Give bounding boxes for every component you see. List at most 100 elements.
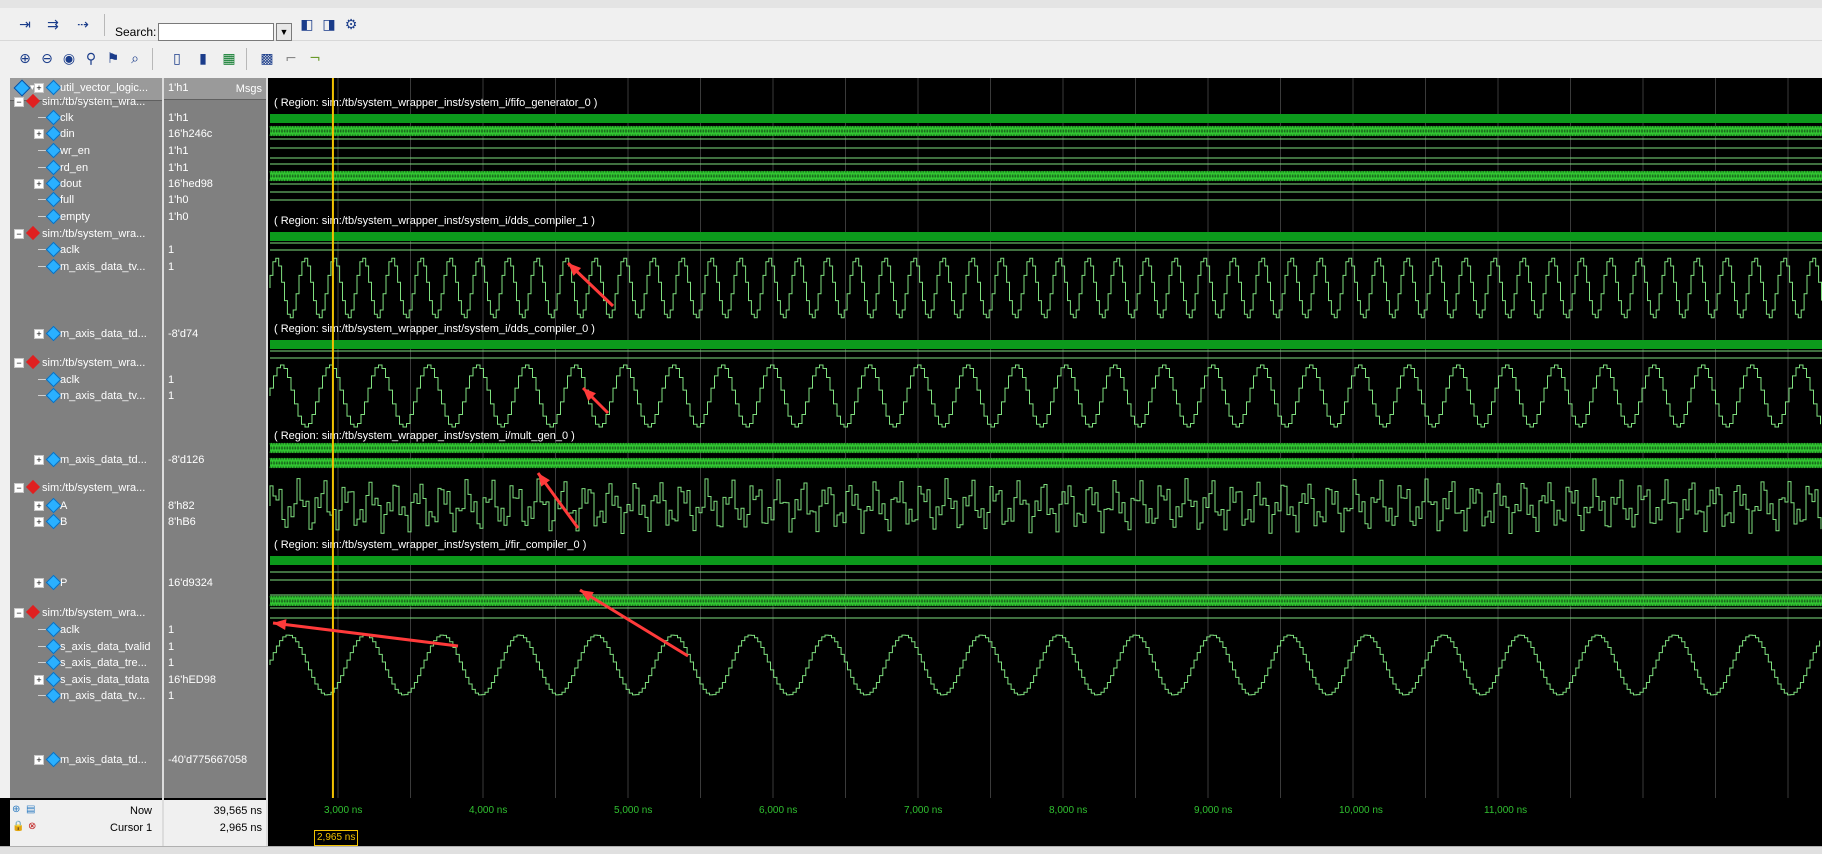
- signal-group-row[interactable]: − sim:/tb/system_wra...: [10, 225, 162, 242]
- signal-row[interactable]: wr_en: [10, 142, 162, 159]
- expand-icon[interactable]: +: [34, 129, 44, 139]
- cursor-label[interactable]: Cursor 1: [110, 822, 152, 834]
- signal-row[interactable]: + P: [10, 574, 162, 591]
- signal-value: 16'hed98: [168, 178, 213, 190]
- cursor-time-marker[interactable]: 2,965 ns: [314, 830, 359, 846]
- pane-gutter: [0, 78, 10, 798]
- expand-icon[interactable]: +: [34, 675, 44, 685]
- collapse-icon[interactable]: −: [14, 229, 24, 239]
- signal-value-row: [164, 605, 266, 621]
- signal-name: s_axis_data_tdata: [60, 674, 150, 686]
- zoom-marker-icon[interactable]: ⚑: [102, 48, 124, 70]
- region-bar: [270, 114, 1822, 123]
- signal-icon: [45, 325, 62, 342]
- collapse-icon[interactable]: −: [14, 608, 24, 618]
- wave-fill-icon[interactable]: ▦: [218, 48, 240, 70]
- expand-icon[interactable]: +: [34, 517, 44, 527]
- signal-value: 1: [168, 690, 175, 702]
- signal-row[interactable]: clk: [10, 109, 162, 126]
- signal-row[interactable]: + B: [10, 513, 162, 530]
- signal-row[interactable]: + m_axis_data_td...: [10, 451, 162, 468]
- wave-collapse-icon[interactable]: ▮: [192, 48, 214, 70]
- signal-name: empty: [60, 211, 90, 223]
- signal-names-pane[interactable]: ▾ + util_vector_logic... − sim:/tb/system_w…: [10, 78, 162, 798]
- signal-row[interactable]: + m_axis_data_td...: [10, 325, 162, 342]
- search-dropdown-icon[interactable]: ▼: [276, 23, 292, 41]
- signal-row[interactable]: m_axis_data_tv...: [10, 258, 162, 275]
- signal-row[interactable]: m_axis_data_tv...: [10, 387, 162, 404]
- signal-name: aclk: [60, 244, 80, 256]
- signal-icon: [45, 513, 62, 530]
- collapse-icon[interactable]: −: [14, 358, 24, 368]
- step-into-icon[interactable]: ⇥: [14, 14, 36, 36]
- time-tick-label: 8,000 ns: [1049, 805, 1088, 816]
- expand-icon[interactable]: +: [34, 329, 44, 339]
- signal-row[interactable]: rd_en: [10, 159, 162, 176]
- signal-value-row: 1: [164, 242, 266, 258]
- wave-edge-left-icon[interactable]: ⌐: [280, 48, 302, 70]
- signal-value-row: 1'h0: [164, 192, 266, 208]
- signal-icon: [45, 371, 62, 388]
- instance-group-icon: [25, 354, 41, 370]
- signal-value: 1'h0: [168, 211, 189, 223]
- cursor-list-icon[interactable]: ▤: [26, 804, 35, 815]
- expand-icon[interactable]: +: [34, 755, 44, 765]
- signal-value: 1'h1: [168, 112, 189, 124]
- signal-value: 1: [168, 624, 175, 636]
- signal-row[interactable]: + dout: [10, 175, 162, 192]
- signal-row[interactable]: s_axis_data_tvalid: [10, 638, 162, 655]
- signal-row[interactable]: s_axis_data_tre...: [10, 654, 162, 671]
- signal-group-row[interactable]: − sim:/tb/system_wra...: [10, 604, 162, 621]
- signal-value-row: 8'hB6: [164, 514, 266, 530]
- zoom-full-icon[interactable]: ◉: [58, 48, 80, 70]
- step-over-icon[interactable]: ⇉: [42, 14, 64, 36]
- wave-grid-icon[interactable]: ▩: [256, 48, 278, 70]
- delete-cursor-icon[interactable]: ⊗: [28, 821, 36, 832]
- waveform-canvas[interactable]: ( Region: sim:/tb/system_wrapper_inst/sy…: [268, 78, 1822, 798]
- signal-row[interactable]: + s_axis_data_tdata: [10, 671, 162, 688]
- zoom-out-icon[interactable]: ⊖: [36, 48, 58, 70]
- find-prev-icon[interactable]: ◧: [296, 14, 318, 36]
- signal-icon: [45, 191, 62, 208]
- signal-group-row[interactable]: − sim:/tb/system_wra...: [10, 93, 162, 110]
- waveform-pane[interactable]: ( Region: sim:/tb/system_wrapper_inst/sy…: [268, 78, 1822, 798]
- filter-icon[interactable]: ⚙: [340, 14, 362, 36]
- expand-icon[interactable]: +: [34, 501, 44, 511]
- zoom-in-icon[interactable]: ⊕: [14, 48, 36, 70]
- signal-row[interactable]: aclk: [10, 621, 162, 638]
- signal-value-row: -8'd126: [164, 452, 266, 468]
- collapse-icon[interactable]: −: [14, 483, 24, 493]
- signal-row[interactable]: m_axis_data_tv...: [10, 687, 162, 704]
- signal-row[interactable]: full: [10, 191, 162, 208]
- signal-row[interactable]: + din: [10, 125, 162, 142]
- expand-icon[interactable]: +: [34, 83, 44, 93]
- search-input[interactable]: [158, 23, 274, 41]
- expand-icon[interactable]: +: [34, 455, 44, 465]
- zoom-cursor-icon[interactable]: ⚲: [80, 48, 102, 70]
- find-next-icon[interactable]: ◨: [318, 14, 340, 36]
- region-bar: [270, 232, 1822, 241]
- instance-group-icon: [25, 479, 41, 495]
- signal-row[interactable]: empty: [10, 208, 162, 225]
- expand-icon[interactable]: +: [34, 179, 44, 189]
- add-cursor-icon[interactable]: ⊕: [12, 804, 20, 815]
- collapse-icon[interactable]: −: [14, 97, 24, 107]
- signal-group-row[interactable]: − sim:/tb/system_wra...: [10, 354, 162, 371]
- signal-row[interactable]: + m_axis_data_td...: [10, 751, 162, 768]
- expand-icon[interactable]: +: [34, 578, 44, 588]
- time-tick-label: 4,000 ns: [469, 805, 508, 816]
- lock-cursor-icon[interactable]: 🔒: [12, 821, 24, 832]
- signal-row[interactable]: aclk: [10, 371, 162, 388]
- wave-expand-icon[interactable]: ▯: [166, 48, 188, 70]
- signal-value-row: [164, 94, 266, 110]
- step-out-icon[interactable]: ⇢: [72, 14, 94, 36]
- signal-row[interactable]: aclk: [10, 241, 162, 258]
- signal-value: -8'd126: [168, 454, 205, 466]
- wave-edge-right-icon[interactable]: ¬: [304, 48, 326, 70]
- signal-row[interactable]: + A: [10, 497, 162, 514]
- signal-icon: [45, 208, 62, 225]
- signal-value: 16'h246c: [168, 128, 213, 140]
- zoom-range-icon[interactable]: ⌕: [124, 48, 146, 70]
- signal-group-row[interactable]: − sim:/tb/system_wra...: [10, 479, 162, 496]
- signal-icon: [45, 387, 62, 404]
